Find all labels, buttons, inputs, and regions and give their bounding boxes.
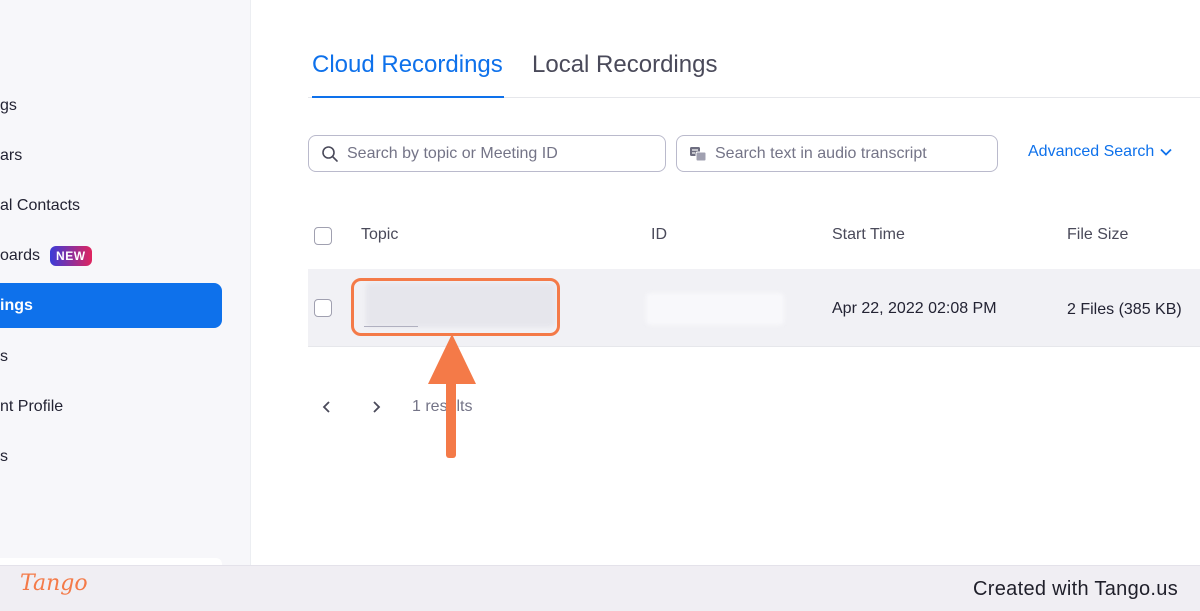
advanced-search-link[interactable]: Advanced Search (1028, 143, 1172, 161)
sidebar-item-recordings[interactable]: ings (0, 283, 222, 328)
sidebar-item-reports[interactable]: s (0, 434, 222, 479)
sidebar-item-account-profile[interactable]: nt Profile (0, 384, 222, 429)
meeting-id-redacted (646, 293, 784, 325)
previous-page-button[interactable] (316, 396, 338, 418)
sidebar-item-label: gs (0, 96, 17, 114)
chevron-right-icon (373, 401, 381, 413)
sidebar: gs ars al Contacts oards NEW ings s nt P… (0, 0, 251, 565)
start-time-cell: Apr 22, 2022 02:08 PM (832, 300, 997, 317)
file-size-cell[interactable]: 2 Files (385 KB) (1067, 301, 1182, 319)
sidebar-item-meetings[interactable]: gs (0, 83, 222, 128)
tango-logo: Tango (20, 571, 88, 596)
tab-cloud-recordings[interactable]: Cloud Recordings (312, 48, 504, 98)
tango-arrow-icon (428, 334, 476, 458)
transcript-icon (690, 146, 707, 161)
column-header-file-size: File Size (1067, 226, 1129, 243)
sidebar-item-label: ings (0, 296, 33, 314)
sidebar-item-label: s (0, 347, 8, 365)
column-header-start-time[interactable]: Start Time (832, 226, 905, 244)
sidebar-item-label: oards (0, 246, 41, 264)
column-header-id: ID (651, 226, 667, 243)
column-header-topic[interactable]: Topic (361, 226, 398, 244)
sidebar-item-label: al Contacts (0, 196, 81, 214)
row-checkbox[interactable] (314, 299, 332, 317)
tab-local-recordings[interactable]: Local Recordings (532, 48, 717, 98)
sidebar-item-settings[interactable]: s (0, 334, 222, 379)
new-badge: NEW (50, 245, 92, 266)
chevron-down-icon (1160, 148, 1172, 156)
sidebar-item-label: s (0, 447, 8, 465)
sidebar-item-label: ars (0, 146, 23, 164)
tango-footer: Tango Created with Tango.us (0, 565, 1200, 611)
pagination (316, 396, 414, 418)
select-all-checkbox[interactable] (314, 227, 332, 245)
sidebar-item-label: nt Profile (0, 397, 64, 415)
sidebar-item-whiteboards[interactable]: oards NEW (0, 233, 222, 278)
sidebar-item-webinars[interactable]: ars (0, 133, 222, 178)
advanced-search-label: Advanced Search (1028, 143, 1155, 160)
app-window: gs ars al Contacts oards NEW ings s nt P… (0, 0, 1200, 611)
chevron-left-icon (322, 401, 330, 413)
sidebar-footer-panel (0, 558, 222, 565)
search-transcript-input[interactable]: Search text in audio transcript (676, 135, 998, 172)
sidebar-item-personal-contacts[interactable]: al Contacts (0, 183, 222, 228)
footer-credit: Created with Tango.us (973, 578, 1178, 600)
search-topic-input[interactable]: Search by topic or Meeting ID (308, 135, 666, 172)
search-topic-placeholder: Search by topic or Meeting ID (347, 144, 558, 162)
next-page-button[interactable] (365, 396, 387, 418)
recordings-tabs: Cloud Recordings Local Recordings (308, 48, 1200, 98)
search-icon (322, 145, 338, 162)
search-transcript-placeholder: Search text in audio transcript (715, 144, 927, 162)
tango-highlight-box (351, 278, 560, 336)
